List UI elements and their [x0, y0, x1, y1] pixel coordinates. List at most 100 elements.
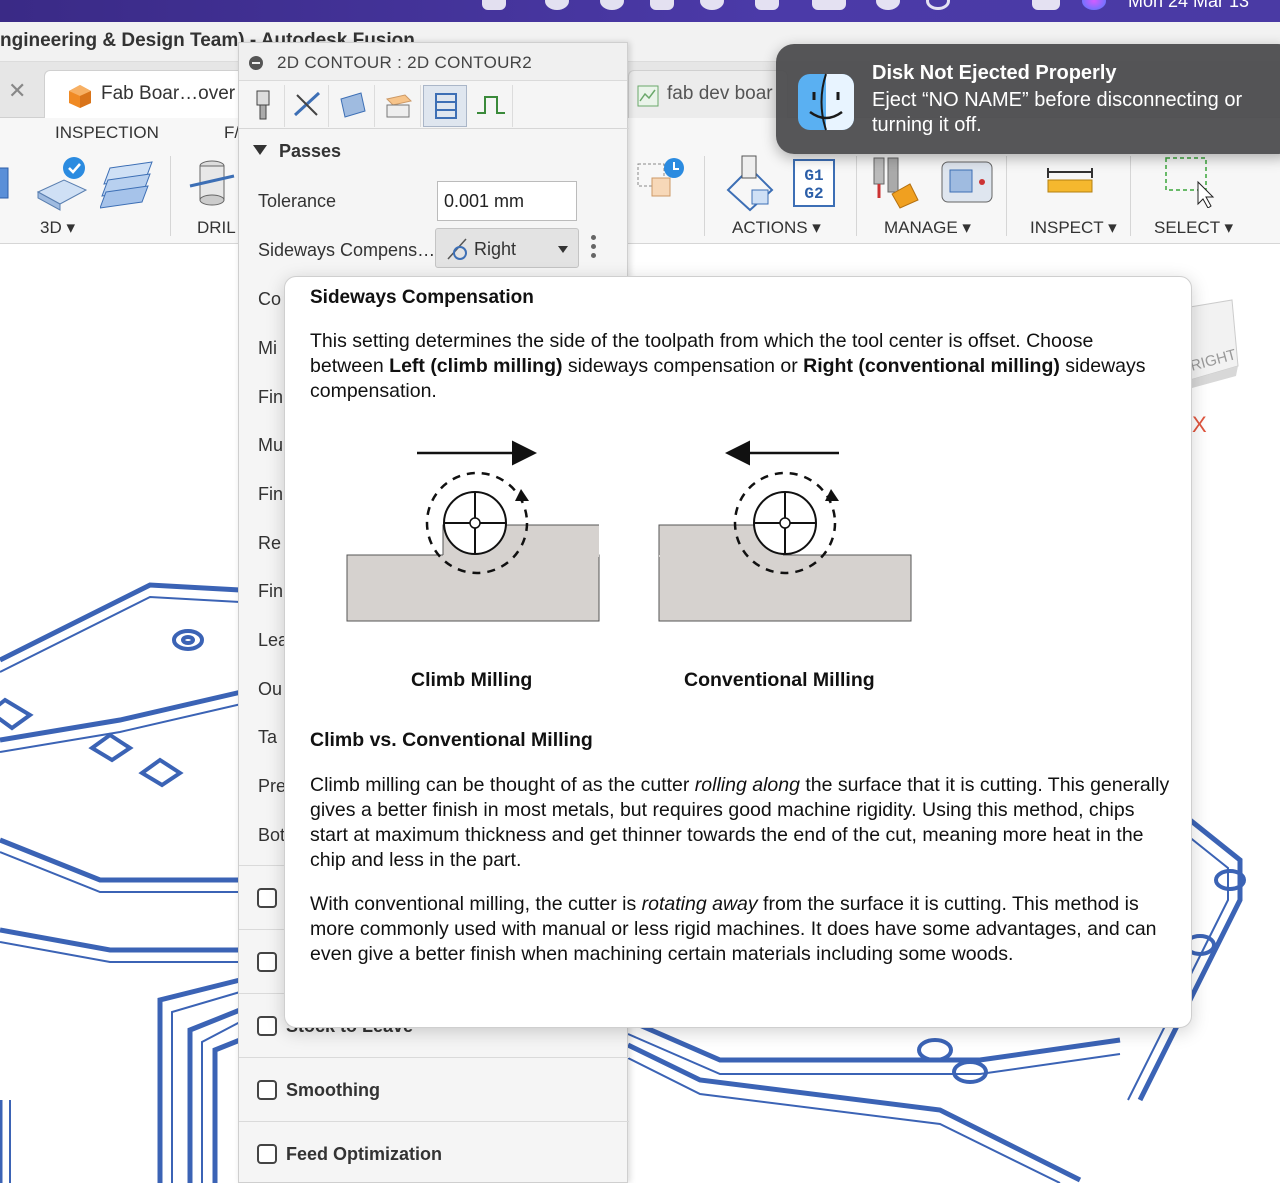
menubar-keyboard-icon[interactable] [755, 0, 779, 10]
stock-to-leave-checkbox[interactable] [257, 1016, 277, 1036]
tooltip-subtitle: Climb vs. Conventional Milling [310, 729, 593, 751]
row-label-partial[interactable]: Fin [258, 387, 283, 408]
menubar-control-center-icon[interactable] [1032, 0, 1060, 10]
menubar-cloud-icon[interactable] [482, 0, 506, 10]
row-label-partial[interactable]: Ou [258, 679, 282, 700]
select-box-icon[interactable] [1162, 156, 1218, 208]
toolbar-separator [704, 156, 705, 236]
tab-fab-board[interactable]: Fab Boar…over [44, 70, 244, 118]
tab-passes[interactable] [423, 85, 467, 127]
sideways-compensation-select[interactable]: Right [435, 228, 579, 268]
notification-message: Eject “NO NAME” before disconnecting or … [872, 89, 1243, 136]
conventional-milling-caption: Conventional Milling [684, 669, 875, 691]
close-tab-icon[interactable]: ✕ [8, 78, 26, 104]
tab-geometry[interactable] [331, 85, 375, 127]
drawing-sheet-icon [637, 85, 659, 107]
menubar-user-icon[interactable] [876, 0, 900, 10]
menu-select[interactable]: SELECT ▾ [1154, 218, 1233, 238]
geometry-icon [340, 92, 366, 118]
menubar-clock[interactable]: Mon 24 Mar 13 [1128, 0, 1249, 12]
axis-x-label: X [1192, 412, 1207, 437]
tooltip-title: Sideways Compensation [310, 287, 534, 308]
row-label-partial[interactable]: Re [258, 533, 281, 554]
menubar-wifi-icon[interactable] [980, 0, 1004, 10]
disk-ejected-notification[interactable]: Disk Not Ejected Properly Eject “NO NAME… [776, 44, 1280, 154]
row-label-partial[interactable]: Fin [258, 581, 283, 602]
conventional-paragraph: With conventional milling, the cutter is… [310, 892, 1170, 967]
layers-icon[interactable] [0, 158, 16, 208]
probe-3d-icon[interactable] [34, 154, 90, 212]
tab-fab-dev-board[interactable]: fab dev boar [628, 70, 788, 118]
macos-menubar: Mon 24 Mar 13 [0, 0, 1280, 22]
menu-3d[interactable]: 3D ▾ [40, 218, 75, 238]
tab-heights[interactable] [377, 85, 421, 127]
row-label-partial[interactable]: Pre [258, 776, 286, 797]
tolerance-input[interactable]: 0.001 mm [437, 181, 577, 221]
g1g2-post-icon[interactable]: G1 G2 [792, 158, 836, 208]
heights-icon [386, 94, 412, 118]
row-label-partial[interactable]: Co [258, 289, 281, 310]
stacked-layers-icon[interactable] [100, 158, 156, 212]
machine-library-icon[interactable] [940, 160, 994, 206]
simulate-icon[interactable] [722, 154, 778, 212]
paragraph-emphasis: rotating away [641, 893, 758, 915]
sideways-compensation-tooltip: Sideways Compensation This setting deter… [284, 276, 1192, 1028]
tab-label: Fab Boar…over [101, 83, 236, 104]
smoothing-row[interactable]: Smoothing [239, 1057, 629, 1121]
menubar-camera-icon[interactable] [650, 0, 674, 10]
row-label-partial[interactable]: Mi [258, 338, 277, 359]
climb-paragraph: Climb milling can be thought of as the c… [310, 773, 1170, 873]
row-label-partial[interactable]: Ta [258, 727, 277, 748]
collapse-triangle-icon [253, 145, 267, 155]
row-label-partial[interactable]: Mu [258, 435, 283, 456]
tab-tool[interactable] [241, 85, 285, 127]
geometry-setup-icon [293, 91, 321, 117]
measure-icon[interactable] [1044, 166, 1096, 196]
tab-linking[interactable] [469, 85, 513, 127]
collapse-dialog-icon[interactable] [249, 56, 263, 70]
finder-icon [798, 73, 854, 131]
toolbar-separator [170, 156, 171, 236]
tolerance-label: Tolerance [258, 191, 337, 211]
passes-section-header[interactable]: Passes [253, 141, 341, 162]
row-label-partial[interactable]: Fin [258, 484, 283, 505]
tool-icon [256, 90, 270, 120]
smoothing-label: Smoothing [286, 1080, 380, 1100]
menubar-link-icon[interactable] [600, 0, 624, 10]
intro-left-option: Left (climb milling) [389, 355, 563, 377]
group-label-fab: F/ [224, 123, 240, 142]
conventional-milling-figure [658, 440, 912, 622]
menubar-battery-icon[interactable] [812, 0, 846, 10]
compensation-right-icon [447, 238, 467, 260]
drill-icon[interactable] [186, 156, 238, 212]
sideways-compensation-label: Sideways Compens… [258, 240, 436, 260]
linking-icon [477, 96, 505, 114]
menubar-siri-icon[interactable] [1082, 0, 1106, 10]
tool-library-icon[interactable] [872, 156, 926, 210]
post-process-icon[interactable] [636, 156, 688, 206]
menubar-vpn-icon[interactable] [700, 0, 724, 10]
fusion-window: Mon 24 Mar 13 ngineering & Design Team) … [0, 0, 1280, 1183]
feed-optimization-row[interactable]: Feed Optimization [239, 1121, 629, 1183]
sideways-compensation-value: Right [474, 239, 517, 259]
smoothing-checkbox[interactable] [257, 1080, 277, 1100]
menubar-sync-icon[interactable] [545, 0, 569, 10]
tab-label: fab dev boar [667, 83, 773, 104]
toolbar-separator [1130, 156, 1131, 236]
more-options-icon[interactable] [591, 235, 597, 261]
checkbox[interactable] [257, 952, 277, 972]
climb-milling-figure [346, 440, 600, 622]
menu-manage[interactable]: MANAGE ▾ [884, 218, 971, 238]
tooltip-intro: This setting determines the side of the … [310, 329, 1170, 404]
menu-inspect[interactable]: INSPECT ▾ [1030, 218, 1117, 238]
row-label-partial[interactable]: Bot [258, 825, 285, 846]
checkbox[interactable] [257, 888, 277, 908]
tab-geometry-setup[interactable] [285, 85, 329, 127]
menubar-search-icon[interactable] [926, 0, 950, 10]
feed-optimization-checkbox[interactable] [257, 1144, 277, 1164]
menu-drill[interactable]: DRIL [197, 218, 236, 238]
passes-icon [435, 93, 457, 119]
menu-actions[interactable]: ACTIONS ▾ [732, 218, 821, 238]
milling-diagram [346, 440, 912, 622]
group-label-inspection: INSPECTION [55, 123, 159, 142]
